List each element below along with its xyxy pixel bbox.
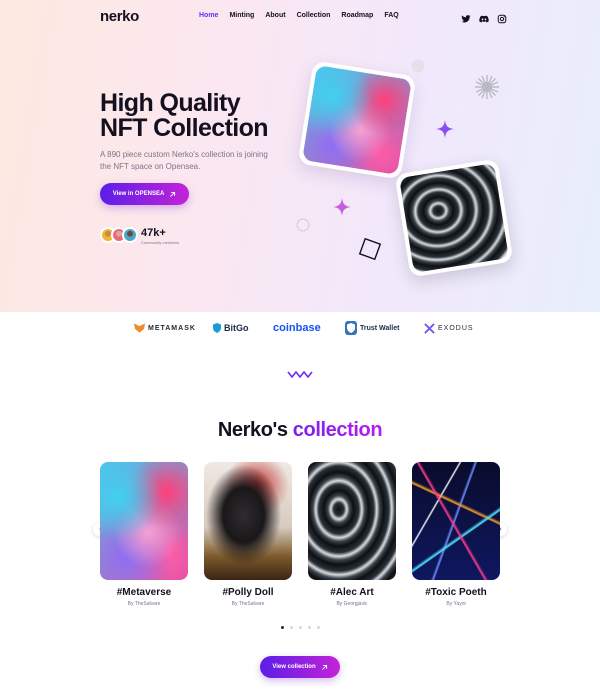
shield-icon (213, 323, 221, 333)
view-opensea-button[interactable]: View in OPENSEA (100, 183, 189, 205)
community-count: 47k+ (141, 227, 166, 239)
partner-bitgo-label: BitGo (224, 323, 249, 333)
nav-collection[interactable]: Collection (297, 12, 331, 19)
pagination-dot[interactable] (299, 626, 302, 629)
sparkle-icon (333, 198, 351, 216)
community-avatars (100, 227, 138, 243)
partner-bitgo[interactable]: BitGo (213, 320, 249, 336)
twitter-icon[interactable] (461, 11, 471, 23)
hero-nft-marble (394, 158, 514, 278)
view-collection-label: View collection (272, 664, 316, 670)
avatar (122, 227, 138, 243)
nav-minting[interactable]: Minting (229, 12, 254, 19)
nft-image (204, 462, 292, 580)
partner-metamask[interactable]: METAMASK (134, 320, 196, 336)
card-author: By Yayoi (446, 601, 466, 607)
nav-faq[interactable]: FAQ (384, 12, 398, 19)
community-label: Community members (141, 240, 180, 245)
view-collection-button[interactable]: View collection (260, 656, 340, 678)
card-author: By TheSalvare (231, 601, 265, 607)
partner-trust-wallet-label: Trust Wallet (360, 324, 400, 332)
card-author: By TheSalvare (127, 601, 161, 607)
instagram-icon[interactable] (497, 11, 507, 24)
nav-home[interactable]: Home (199, 12, 218, 19)
view-opensea-label: View in OPENSEA (112, 191, 165, 197)
nft-image (412, 462, 500, 580)
card-title[interactable]: #Toxic Poeth (412, 587, 500, 598)
exodus-icon (424, 322, 435, 334)
partner-coinbase[interactable]: coinbase (273, 320, 321, 336)
partner-exodus-label: EXODUS (438, 324, 474, 332)
pagination-dot[interactable] (317, 626, 320, 629)
hero-title-line1: High Quality (100, 89, 241, 117)
card-title[interactable]: #Polly Doll (204, 587, 292, 598)
partner-trust-wallet[interactable]: Trust Wallet (345, 320, 399, 336)
hero-title-line2: NFT Collection (100, 114, 269, 142)
square-outline-shape (358, 237, 382, 261)
ring-shape (296, 218, 310, 232)
arrow-up-right-icon (321, 664, 327, 670)
nav-about[interactable]: About (265, 12, 285, 19)
circle-shape (411, 59, 425, 73)
collection-title: Nerko's collection (0, 419, 600, 442)
starburst-icon (475, 75, 499, 99)
partner-metamask-label: METAMASK (148, 324, 196, 332)
fox-icon (134, 323, 145, 333)
trust-shield-icon (345, 321, 357, 335)
hero-description: A 890 piece custom Nerko's collection is… (100, 150, 268, 171)
nft-image (100, 462, 188, 580)
wave-divider-icon (287, 370, 313, 379)
hero-title: High Quality NFT Collection (100, 91, 320, 141)
pagination-dot[interactable] (281, 626, 284, 629)
card-title[interactable]: #Alec Art (308, 587, 396, 598)
nav-roadmap[interactable]: Roadmap (341, 12, 373, 19)
main-nav: Home Minting About Collection Roadmap FA… (199, 12, 399, 19)
partner-exodus[interactable]: EXODUS (424, 320, 474, 336)
carousel-pagination (281, 626, 320, 629)
partners-strip: METAMASK BitGo coinbase Trust Wallet EXO… (134, 320, 474, 336)
discord-icon[interactable] (479, 11, 489, 23)
hero-nft-colorful (297, 60, 417, 180)
collection-title-part2: collection (292, 419, 383, 441)
arrow-up-right-icon (170, 191, 176, 197)
card-title[interactable]: #Metaverse (100, 587, 188, 598)
site-logo[interactable]: nerko (100, 8, 139, 25)
partner-coinbase-label: coinbase (273, 322, 321, 334)
card-author: By Georgjavic (336, 601, 368, 607)
collection-title-part1: Nerko's (217, 419, 288, 441)
nft-image (308, 462, 396, 580)
pagination-dot[interactable] (290, 626, 293, 629)
pagination-dot[interactable] (308, 626, 311, 629)
social-links (461, 11, 507, 24)
sparkle-icon (436, 120, 454, 138)
